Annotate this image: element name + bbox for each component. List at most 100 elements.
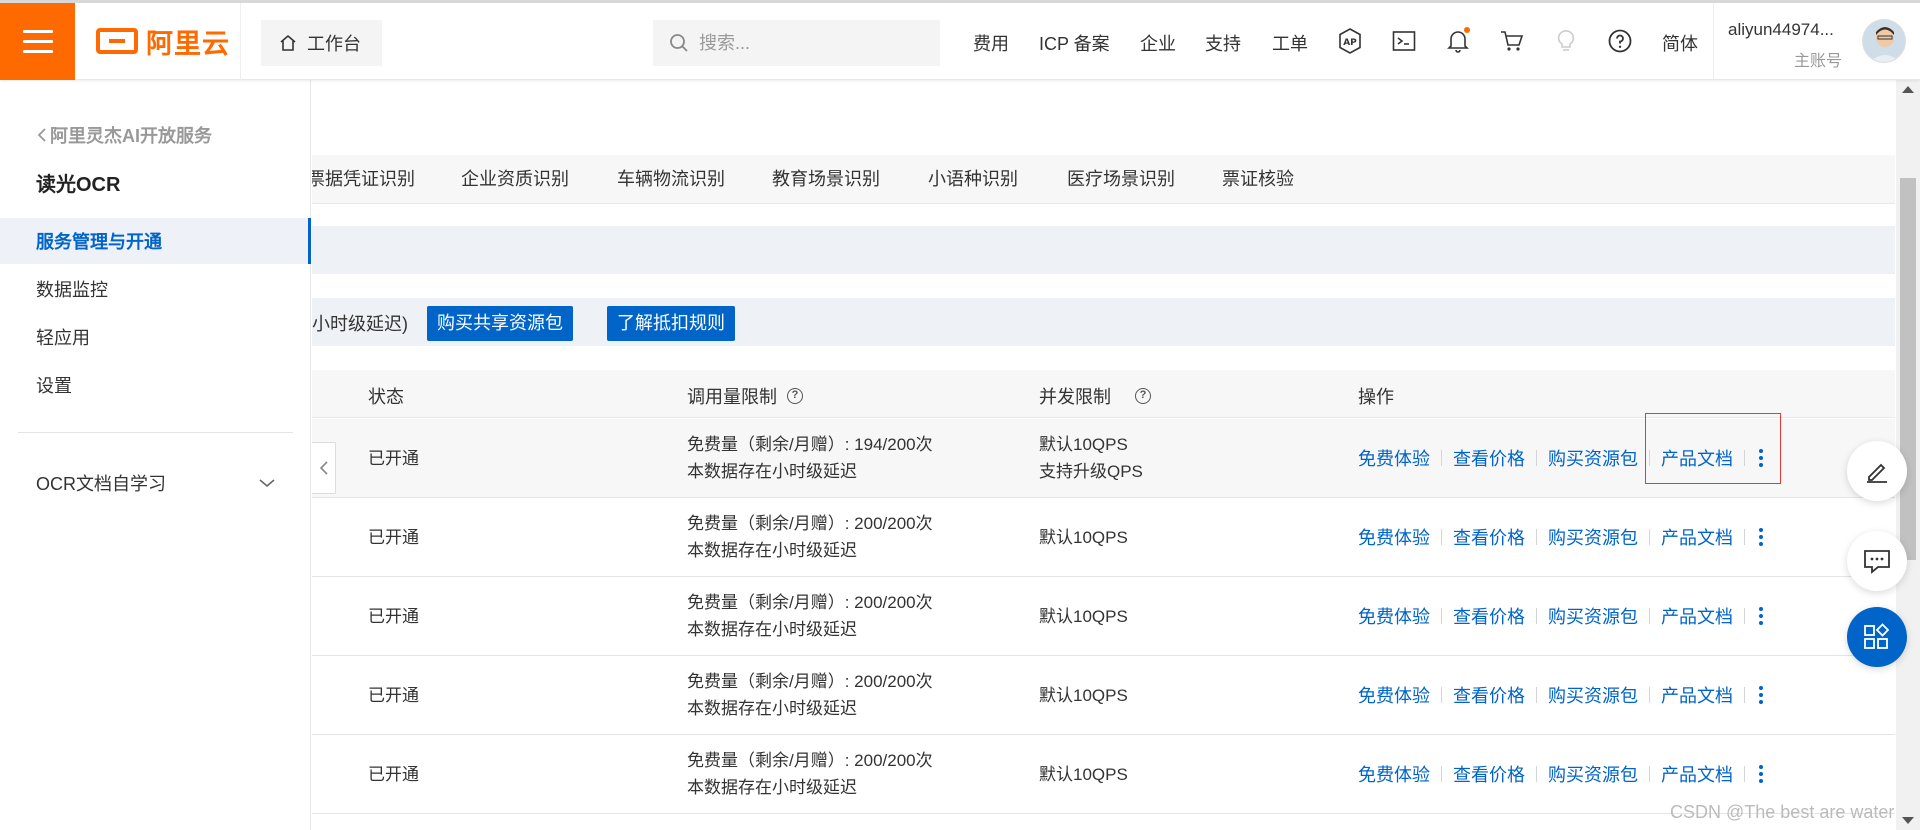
more-options-icon[interactable] xyxy=(1756,449,1766,467)
notification-dot xyxy=(1464,27,1470,33)
product-docs-link[interactable]: 产品文档 xyxy=(1661,761,1733,787)
product-docs-link[interactable]: 产品文档 xyxy=(1661,682,1733,708)
scroll-up-icon[interactable] xyxy=(1902,86,1914,93)
search-box[interactable] xyxy=(653,20,940,66)
edit-feedback-button[interactable] xyxy=(1847,441,1907,501)
table-row: 已开通 免费量（剩余/月赠）: 200/200次 本数据存在小时级延迟 默认10… xyxy=(312,735,1895,814)
buy-package-link[interactable]: 购买资源包 xyxy=(1548,445,1638,471)
product-docs-link[interactable]: 产品文档 xyxy=(1661,603,1733,629)
tab-medical-recognition[interactable]: 医疗场景识别 xyxy=(1067,155,1175,204)
action-divider xyxy=(1441,529,1442,545)
nav-enterprise[interactable]: 企业 xyxy=(1140,30,1176,56)
more-options-icon[interactable] xyxy=(1756,607,1766,625)
action-divider xyxy=(1649,608,1650,624)
row-actions: 免费体验 查看价格 购买资源包 产品文档 xyxy=(1358,445,1766,471)
pencil-icon xyxy=(1867,463,1887,483)
sidebar-item-data-monitor[interactable]: 数据监控 xyxy=(0,266,311,312)
table-row: 已开通 免费量（剩余/月赠）: 200/200次 本数据存在小时级延迟 默认10… xyxy=(312,656,1895,735)
language-switch[interactable]: 简体 xyxy=(1662,30,1698,56)
workbench-button[interactable]: 工作台 xyxy=(261,20,382,66)
svg-text:AP: AP xyxy=(1343,38,1357,48)
bulb-icon[interactable] xyxy=(1553,28,1579,54)
app-icon[interactable]: AP xyxy=(1337,28,1363,54)
buy-package-link[interactable]: 购买资源包 xyxy=(1548,761,1638,787)
help-icon[interactable] xyxy=(1607,28,1633,54)
tab-ticket-verification[interactable]: 票证核验 xyxy=(1222,155,1294,204)
back-link[interactable]: 阿里灵杰AI开放服务 xyxy=(36,122,212,148)
free-trial-link[interactable]: 免费体验 xyxy=(1358,682,1430,708)
help-circle-icon[interactable]: ? xyxy=(1135,388,1151,404)
view-price-link[interactable]: 查看价格 xyxy=(1453,524,1525,550)
free-trial-link[interactable]: 免费体验 xyxy=(1358,524,1430,550)
sidebar-item-service-management[interactable]: 服务管理与开通 xyxy=(0,218,311,264)
action-divider xyxy=(1649,529,1650,545)
nav-ticket[interactable]: 工单 xyxy=(1272,30,1308,56)
more-options-icon[interactable] xyxy=(1756,528,1766,546)
aliyun-logo[interactable]: 阿里云 xyxy=(96,24,230,59)
buy-package-link[interactable]: 购买资源包 xyxy=(1548,682,1638,708)
product-docs-link[interactable]: 产品文档 xyxy=(1661,445,1733,471)
tab-education-recognition[interactable]: 教育场景识别 xyxy=(772,155,880,204)
free-trial-link[interactable]: 免费体验 xyxy=(1358,761,1430,787)
view-price-link[interactable]: 查看价格 xyxy=(1453,603,1525,629)
tab-vehicle-recognition[interactable]: 车辆物流识别 xyxy=(617,155,725,204)
buy-package-link[interactable]: 购买资源包 xyxy=(1548,524,1638,550)
nav-fees[interactable]: 费用 xyxy=(973,30,1009,56)
view-price-link[interactable]: 查看价格 xyxy=(1453,445,1525,471)
row-quota-line1: 免费量（剩余/月赠）: 200/200次 xyxy=(687,672,933,691)
terminal-icon[interactable] xyxy=(1391,28,1417,54)
scroll-down-icon[interactable] xyxy=(1902,817,1914,824)
sidebar-item-label: 轻应用 xyxy=(36,328,90,348)
table-row: 已开通 免费量（剩余/月赠）: 200/200次 本数据存在小时级延迟 默认10… xyxy=(312,577,1895,656)
row-concurrency-line2: 支持升级QPS xyxy=(1039,462,1143,481)
sidebar-group-ocr-self-learning[interactable]: OCR文档自学习 xyxy=(36,470,276,496)
help-circle-icon[interactable]: ? xyxy=(787,388,803,404)
user-name[interactable]: aliyun44974... xyxy=(1728,20,1834,40)
row-quota-line1: 免费量（剩余/月赠）: 200/200次 xyxy=(687,751,933,770)
bell-icon[interactable] xyxy=(1445,27,1471,54)
window-top-border xyxy=(0,0,1920,3)
table-row: 已开通 免费量（剩余/月赠）: 200/200次 本数据存在小时级延迟 默认10… xyxy=(312,498,1895,577)
menu-icon[interactable] xyxy=(0,3,75,80)
more-options-icon[interactable] xyxy=(1756,765,1766,783)
buy-package-link[interactable]: 购买资源包 xyxy=(1548,603,1638,629)
free-trial-link[interactable]: 免费体验 xyxy=(1358,445,1430,471)
view-price-link[interactable]: 查看价格 xyxy=(1453,761,1525,787)
chevron-down-icon xyxy=(259,479,275,488)
action-divider xyxy=(1744,608,1745,624)
search-input[interactable] xyxy=(699,32,919,54)
sidebar-collapse-button[interactable] xyxy=(312,442,336,494)
product-docs-link[interactable]: 产品文档 xyxy=(1661,524,1733,550)
sidebar-item-settings[interactable]: 设置 xyxy=(0,362,311,408)
tab-enterprise-recognition[interactable]: 企业资质识别 xyxy=(461,155,569,204)
row-quota-line2: 本数据存在小时级延迟 xyxy=(687,699,857,718)
row-concurrency-line1: 默认10QPS xyxy=(1039,686,1128,705)
info-text: 小时级延迟) xyxy=(312,314,408,334)
deduction-rules-button[interactable]: 了解抵扣规则 xyxy=(607,306,735,341)
action-divider xyxy=(1744,450,1745,466)
nav-support[interactable]: 支持 xyxy=(1205,30,1241,56)
avatar[interactable] xyxy=(1862,19,1906,63)
apps-button[interactable] xyxy=(1847,607,1907,667)
chat-button[interactable] xyxy=(1847,531,1907,591)
category-tabs: 票据凭证识别 企业资质识别 车辆物流识别 教育场景识别 小语种识别 医疗场景识别… xyxy=(312,155,1895,204)
sidebar: 阿里灵杰AI开放服务 读光OCR 服务管理与开通 数据监控 轻应用 设置 OCR… xyxy=(0,80,311,830)
tab-bill-recognition[interactable]: 票据凭证识别 xyxy=(312,155,415,204)
row-status: 已开通 xyxy=(368,607,419,626)
row-quota-line1: 免费量（剩余/月赠）: 200/200次 xyxy=(687,514,933,533)
buy-shared-package-button[interactable]: 购买共享资源包 xyxy=(427,306,573,341)
scroll-thumb[interactable] xyxy=(1900,178,1916,560)
more-options-icon[interactable] xyxy=(1756,686,1766,704)
row-quota-line2: 本数据存在小时级延迟 xyxy=(687,620,857,639)
action-divider xyxy=(1441,766,1442,782)
nav-icp[interactable]: ICP 备案 xyxy=(1039,30,1110,56)
tab-minor-language-recognition[interactable]: 小语种识别 xyxy=(928,155,1018,204)
free-trial-link[interactable]: 免费体验 xyxy=(1358,603,1430,629)
sidebar-item-light-app[interactable]: 轻应用 xyxy=(0,314,311,360)
cart-icon[interactable] xyxy=(1499,28,1525,54)
header-concurrency: 并发限制 ? xyxy=(1039,383,1151,409)
view-price-link[interactable]: 查看价格 xyxy=(1453,682,1525,708)
action-divider xyxy=(1649,687,1650,703)
row-quota-line2: 本数据存在小时级延迟 xyxy=(687,462,857,481)
watermark-text: CSDN @The best are water xyxy=(1670,802,1895,822)
